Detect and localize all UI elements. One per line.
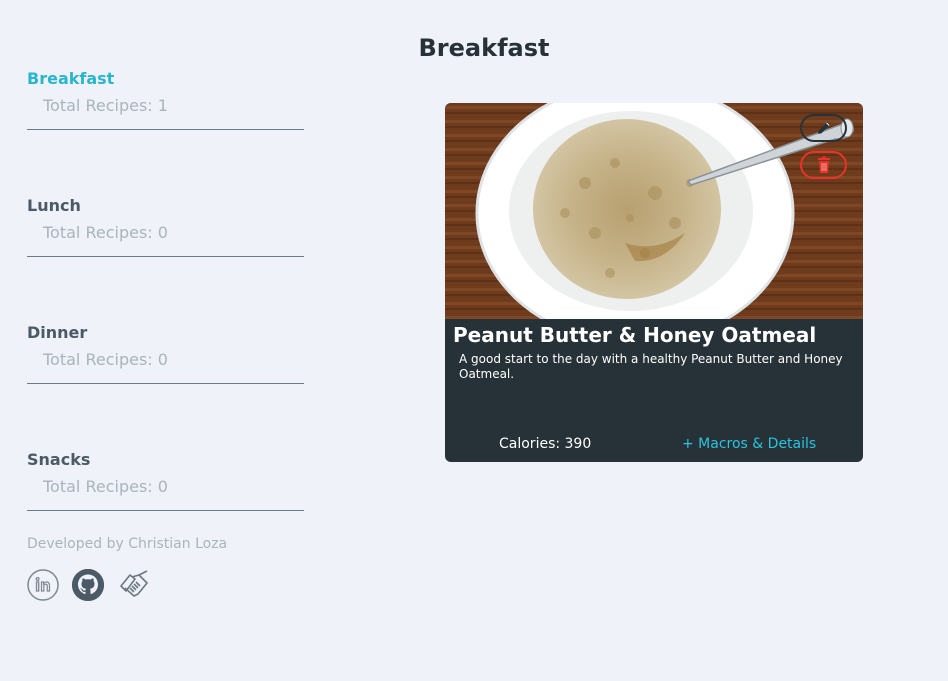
sidebar-item-dinner[interactable]: Dinner Total Recipes: 0 — [27, 320, 304, 447]
category-count: Total Recipes: 0 — [43, 223, 168, 242]
edit-button[interactable] — [800, 114, 847, 142]
category-name[interactable]: Snacks — [27, 450, 90, 469]
category-name[interactable]: Breakfast — [27, 69, 114, 88]
category-count: Total Recipes: 0 — [43, 477, 168, 496]
sidebar-item-lunch[interactable]: Lunch Total Recipes: 0 — [27, 193, 304, 320]
recipe-card[interactable]: Peanut Butter & Honey Oatmeal A good sta… — [445, 103, 863, 462]
pencil-icon — [817, 121, 830, 134]
github-icon[interactable] — [72, 569, 104, 605]
divider — [27, 256, 304, 257]
recipe-description: A good start to the day with a healthy P… — [459, 352, 843, 381]
sidebar-item-snacks[interactable]: Snacks Total Recipes: 0 — [27, 447, 304, 574]
category-count: Total Recipes: 1 — [43, 96, 168, 115]
category-count: Total Recipes: 0 — [43, 350, 168, 369]
divider — [27, 129, 304, 130]
sidebar-item-breakfast[interactable]: Breakfast Total Recipes: 1 — [27, 66, 304, 193]
category-name[interactable]: Lunch — [27, 196, 81, 215]
social-links — [27, 569, 151, 605]
sidebar: Breakfast Total Recipes: 1 Lunch Total R… — [27, 66, 304, 574]
recipe-image — [445, 103, 863, 319]
divider — [27, 510, 304, 511]
recipe-calories: Calories: 390 — [499, 436, 592, 452]
category-name[interactable]: Dinner — [27, 323, 87, 342]
developer-credit: Developed by Christian Loza — [27, 536, 228, 552]
handshake-icon[interactable] — [117, 569, 151, 605]
trash-icon — [817, 156, 830, 173]
divider — [27, 383, 304, 384]
linkedin-icon[interactable] — [27, 569, 59, 605]
page-title: Breakfast — [418, 34, 550, 62]
recipe-title: Peanut Butter & Honey Oatmeal — [453, 323, 817, 347]
delete-button[interactable] — [800, 151, 847, 179]
macros-details-link[interactable]: + Macros & Details — [682, 436, 816, 452]
